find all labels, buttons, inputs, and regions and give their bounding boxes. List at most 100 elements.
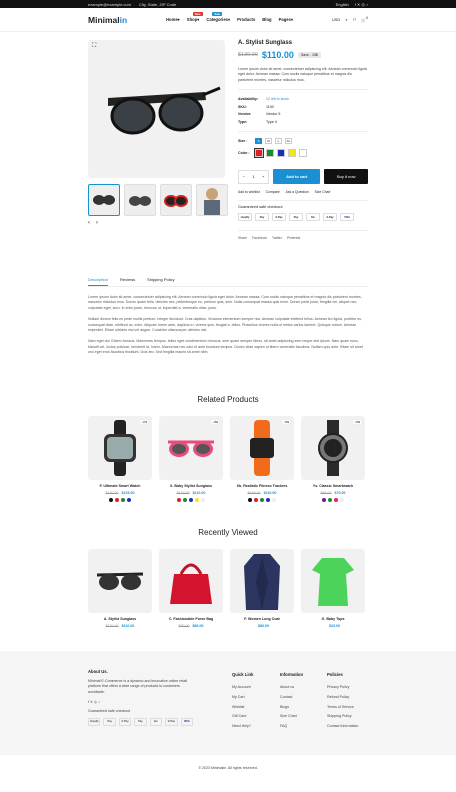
tab-description[interactable]: Description (88, 274, 109, 286)
footer-link[interactable]: Refund Policy (327, 693, 358, 703)
product-card[interactable]: -17$ F. Ultimate Smart Watch $130.00 $125… (88, 416, 152, 502)
add-to-wishlist-link[interactable]: Add to wishlist (238, 190, 260, 194)
related-products-grid: -17$ F. Ultimate Smart Watch $130.00 $125… (88, 416, 368, 502)
recently-viewed-grid: A. Stylist Sunglass $130.00 $110.00 C. Fa… (88, 549, 368, 628)
top-bar: example@example.com City, State, ZIP Code… (0, 0, 456, 8)
user-icon[interactable]: ⚇ (353, 17, 357, 22)
product-card[interactable]: F. Women Long Coat $80.00 (230, 549, 294, 628)
language-select[interactable]: English (336, 2, 349, 7)
thumbnail[interactable] (124, 184, 156, 216)
logo[interactable]: Minimalin (88, 15, 127, 25)
about-title: About Us. (88, 669, 108, 674)
new-badge: New (192, 12, 203, 16)
social-icons[interactable]: f ✕ ◎ ♪ (355, 2, 368, 7)
address-text: City, State, ZIP Code (138, 1, 177, 7)
color-swatch[interactable] (254, 148, 264, 159)
product-main-image[interactable]: ⛶ (88, 40, 225, 178)
guaranteed-checkout: Guaranteed safe checkout (238, 205, 283, 210)
thumbnail[interactable] (88, 184, 120, 216)
related-products-title: Related Products (197, 395, 259, 404)
share-label: Share (238, 236, 248, 241)
information-title: Information (280, 672, 304, 677)
plus-icon[interactable]: + (262, 174, 264, 179)
product-card[interactable]: -15$ Xb. Realistic Fitness Trackers $180… (230, 416, 294, 502)
footer-link[interactable]: Need Help? (232, 722, 253, 732)
footer-link[interactable]: Contact Information (327, 722, 358, 732)
thumbnail-list (88, 184, 228, 216)
size-option[interactable]: L (275, 138, 282, 145)
footer-link[interactable]: My Cart (232, 693, 253, 703)
tab-shipping-policy[interactable]: Shipping Policy (147, 274, 174, 286)
save-badge: Save - 15$ (297, 52, 321, 58)
footer-link[interactable]: Gift Card (232, 712, 253, 722)
about-text: Minimal E-Commerce is a dynamic and inno… (88, 678, 188, 695)
product-card[interactable]: G. Baby Tops $33.00 (301, 549, 365, 628)
recently-viewed-title: Recently Viewed (198, 528, 258, 537)
prev-arrow-icon[interactable]: ‹ (88, 220, 90, 226)
nav-shop[interactable]: New Shop▾ (187, 12, 203, 22)
nav-blog[interactable]: Blog (262, 17, 271, 22)
footer-link[interactable]: About us (280, 683, 303, 693)
minus-icon[interactable]: − (243, 174, 245, 179)
quick-link-title: Quick Link (232, 672, 254, 677)
footer-link[interactable]: Size Chart (280, 712, 303, 722)
product-card[interactable]: -15$ Ys. Classic Smartwatch $85.00 $70.00 (301, 416, 365, 502)
share-facebook[interactable]: Facebook (252, 236, 267, 240)
size-option[interactable]: M (265, 138, 272, 145)
product-card[interactable]: -15$ X. Baby Stylist Sunglass $130.00 $11… (159, 416, 223, 502)
color-swatch[interactable] (266, 149, 274, 158)
color-swatch[interactable] (277, 149, 285, 158)
share-twitter[interactable]: Twitter (272, 236, 282, 240)
add-to-cart-button[interactable]: Add to cart (273, 169, 321, 185)
footer-link[interactable]: Blogs (280, 703, 303, 713)
size-option[interactable]: S (255, 138, 262, 145)
social-icons[interactable]: f ✕ ◎ ♪ (88, 700, 193, 706)
product-info: A. Stylist Sunglass $130.00 $110.00 Save… (238, 40, 368, 240)
product-title: A. Stylist Sunglass (238, 40, 293, 46)
header: Minimalin Home▾ New Shop▾ Sale Categories▾… (0, 8, 456, 32)
footer-link[interactable]: FAQ (280, 722, 303, 732)
product-tabs: Description Reviews Shipping Policy (88, 274, 368, 287)
footer-link[interactable]: My Account (232, 683, 253, 693)
size-chart-link[interactable]: Size Chart (315, 190, 331, 194)
ask-question-link[interactable]: Ask a Question (286, 190, 309, 194)
next-arrow-icon[interactable]: › (96, 220, 98, 226)
buy-now-button[interactable]: Buy it now (324, 169, 368, 185)
currency-select[interactable]: USD (332, 17, 340, 22)
footer: About Us. Minimal E-Commerce is a dynami… (0, 651, 456, 755)
nav-home[interactable]: Home▾ (166, 17, 180, 22)
sunglasses-image (108, 86, 221, 135)
copyright: © 2023 Minimalin. All rights reserved. (198, 766, 258, 770)
footer-link[interactable]: Contact (280, 693, 303, 703)
product-card[interactable]: C. Fashionable Purse Bag $90.00 $80.00 (159, 549, 223, 628)
cart-icon[interactable]: 🛒0 (361, 16, 368, 22)
footer-guaranteed: Guaranteed safe checkout (88, 708, 131, 713)
description-text: Lorem ipsum dolor sit amet, consectetuer… (88, 295, 363, 355)
share-pinterest[interactable]: Pinterest (287, 236, 300, 240)
email-text[interactable]: example@example.com (88, 2, 131, 7)
thumbnail[interactable] (160, 184, 192, 216)
tab-reviews[interactable]: Reviews (120, 274, 135, 286)
policies-title: Policies (327, 672, 343, 677)
thumbnail[interactable] (196, 184, 228, 216)
nav-pages[interactable]: Pages▾ (279, 17, 293, 22)
color-swatch[interactable] (299, 149, 307, 158)
size-selector: Size : S M L XL (238, 138, 292, 145)
footer-link[interactable]: Shipping Policy (327, 712, 358, 722)
nav-products[interactable]: Products (237, 17, 255, 22)
size-option[interactable]: XL (285, 138, 292, 145)
search-icon[interactable]: ⌕ (345, 17, 347, 22)
footer-link[interactable]: Wishlist (232, 703, 253, 713)
nav-categories[interactable]: Sale Categories▾ (206, 12, 230, 22)
footer-link[interactable]: Terms of Service (327, 703, 358, 713)
footer-link[interactable]: Privacy Policy (327, 683, 358, 693)
main-nav: Home▾ New Shop▾ Sale Categories▾ Products … (166, 12, 293, 22)
product-card[interactable]: A. Stylist Sunglass $130.00 $110.00 (88, 549, 152, 628)
color-swatch[interactable] (288, 149, 296, 158)
compare-link[interactable]: Compare (266, 190, 280, 194)
expand-icon[interactable]: ⛶ (92, 43, 96, 50)
old-price: $130.00 (238, 52, 258, 58)
payment-icons: shopify Pay G Pay Pay btc G Pay VISA (238, 213, 368, 222)
price: $110.00 (261, 50, 294, 60)
quantity-stepper[interactable]: −1 + (238, 169, 270, 184)
